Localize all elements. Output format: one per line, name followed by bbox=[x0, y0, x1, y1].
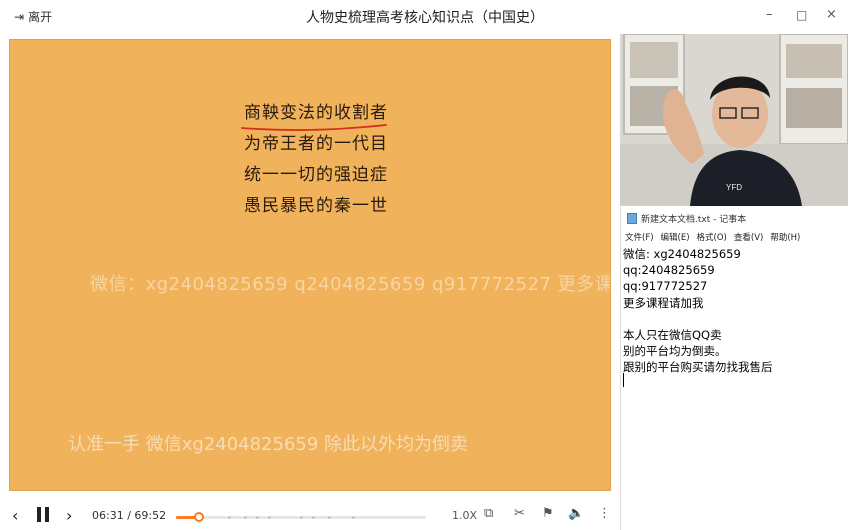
text-line: 更多课程请加我 bbox=[623, 295, 704, 310]
text-line: 别的平台均为倒卖。 bbox=[623, 344, 727, 359]
chapter-marker bbox=[312, 516, 315, 519]
svg-text:YFD: YFD bbox=[726, 183, 742, 192]
menu-view[interactable]: 查看(V) bbox=[734, 231, 763, 243]
speed-button[interactable]: 1.0X bbox=[452, 509, 477, 522]
text-line: 本人只在微信QQ卖 bbox=[623, 327, 722, 342]
chapter-marker bbox=[268, 516, 271, 519]
notepad-title: 新建文本文档.txt - 记事本 bbox=[641, 215, 747, 225]
slide-line: 愚民暴民的秦一世 bbox=[244, 196, 388, 216]
volume-icon[interactable]: 🔈 bbox=[568, 506, 584, 521]
text-line: 微信: xg2404825659 bbox=[623, 247, 741, 261]
progress-handle[interactable] bbox=[194, 512, 205, 522]
title-bar: ⇥ 离开 人物史梳理高考核心知识点（中国史） – □ × bbox=[0, 0, 850, 32]
chevron-left-icon[interactable]: ‹ bbox=[12, 506, 18, 525]
slide-text: 商鞅变法的收割者 为帝王者的一代目 统一一切的强迫症 愚民暴民的秦一世 bbox=[244, 98, 388, 222]
playback-time: 06:31 / 69:52 bbox=[92, 509, 167, 522]
pause-icon[interactable] bbox=[36, 507, 50, 523]
lesson-slide: 商鞅变法的收割者 为帝王者的一代目 统一一切的强迫症 愚民暴民的秦一世 微信：x… bbox=[9, 39, 611, 491]
chapter-marker bbox=[300, 516, 303, 519]
chapter-marker bbox=[228, 516, 231, 519]
notepad-icon bbox=[627, 213, 637, 224]
red-underline bbox=[241, 124, 387, 131]
scissors-icon[interactable]: ✂ bbox=[514, 506, 525, 521]
window-title: 人物史梳理高考核心知识点（中国史） bbox=[306, 10, 544, 26]
menu-edit[interactable]: 编辑(E) bbox=[661, 231, 690, 243]
watermark-text: 认准一手 微信xg2404825659 除此以外均为倒卖 bbox=[68, 434, 469, 455]
notepad-window: 新建文本文档.txt - 记事本 文件(F) 编辑(E) 格式(O) 查看(V)… bbox=[620, 207, 850, 530]
slide-line: 为帝王者的一代目 bbox=[244, 134, 388, 154]
close-button[interactable]: × bbox=[826, 7, 837, 22]
menu-format[interactable]: 格式(O) bbox=[697, 231, 727, 243]
instructor-camera: YFD bbox=[620, 34, 848, 206]
bookmark-icon[interactable]: ⧉ bbox=[484, 506, 493, 521]
instructor-video: YFD bbox=[620, 34, 848, 206]
menu-help[interactable]: 帮助(H) bbox=[770, 231, 800, 243]
slide-line: 统一一切的强迫症 bbox=[244, 165, 388, 185]
player-controls: ‹ › 06:31 / 69:52 1.0X ⧉ ✂ ⚑ 🔈 ⋮ bbox=[0, 498, 620, 530]
notepad-title-bar: 新建文本文档.txt - 记事本 bbox=[627, 212, 746, 225]
more-icon[interactable]: ⋮ bbox=[598, 506, 611, 521]
chevron-right-icon[interactable]: › bbox=[66, 506, 72, 525]
chapter-marker bbox=[352, 516, 355, 519]
notepad-text-area[interactable]: 微信: xg2404825659 qq:2404825659 qq:917772… bbox=[623, 246, 773, 376]
text-cursor bbox=[623, 373, 624, 387]
maximize-button[interactable]: □ bbox=[796, 8, 807, 22]
menu-file[interactable]: 文件(F) bbox=[625, 231, 654, 243]
flag-icon[interactable]: ⚑ bbox=[542, 506, 554, 521]
chapter-marker bbox=[244, 516, 247, 519]
watermark-text: 微信：xg2404825659 q2404825659 q917772527 更… bbox=[90, 274, 611, 295]
chapter-marker bbox=[328, 516, 331, 519]
text-line bbox=[623, 311, 773, 327]
minimize-button[interactable]: – bbox=[766, 7, 773, 22]
notepad-menu-bar: 文件(F) 编辑(E) 格式(O) 查看(V) 帮助(H) bbox=[625, 231, 800, 243]
chapter-marker bbox=[256, 516, 259, 519]
text-line: qq:2404825659 bbox=[623, 263, 715, 278]
progress-bar[interactable] bbox=[176, 512, 426, 522]
text-line: 跟别的平台购买请勿找我售后 bbox=[623, 360, 773, 375]
text-line: qq:917772527 bbox=[623, 279, 708, 294]
